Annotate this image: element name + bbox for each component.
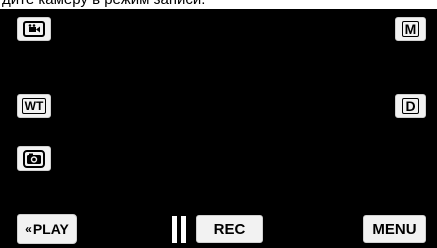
manual-mode-button[interactable]: M (395, 17, 426, 41)
movie-mode-button[interactable] (17, 17, 51, 41)
playback-label: PLAY (32, 221, 69, 237)
double-chevron-left-icon: « (25, 222, 32, 236)
video-camera-icon (23, 21, 45, 37)
record-button[interactable]: REC (196, 215, 263, 243)
instruction-caption: дите камеру в режим записи. (0, 0, 437, 9)
record-label: REC (213, 220, 246, 238)
pause-icon-bar-right (181, 216, 186, 243)
menu-label: MENU (372, 220, 417, 238)
pause-icon-bar-left (172, 216, 177, 243)
wt-zoom-button[interactable]: WT (17, 94, 51, 118)
manual-label: M (401, 21, 420, 37)
dual-label: D (402, 98, 419, 114)
camera-lcd-screen (0, 9, 437, 248)
snapshot-button[interactable] (17, 146, 51, 171)
wt-label: WT (21, 98, 47, 114)
menu-button[interactable]: MENU (363, 215, 426, 243)
playback-button[interactable]: « PLAY (17, 214, 77, 244)
dual-mode-button[interactable]: D (395, 94, 426, 118)
camera-icon (23, 149, 45, 168)
caption-text: дите камеру в режим записи. (2, 0, 205, 8)
